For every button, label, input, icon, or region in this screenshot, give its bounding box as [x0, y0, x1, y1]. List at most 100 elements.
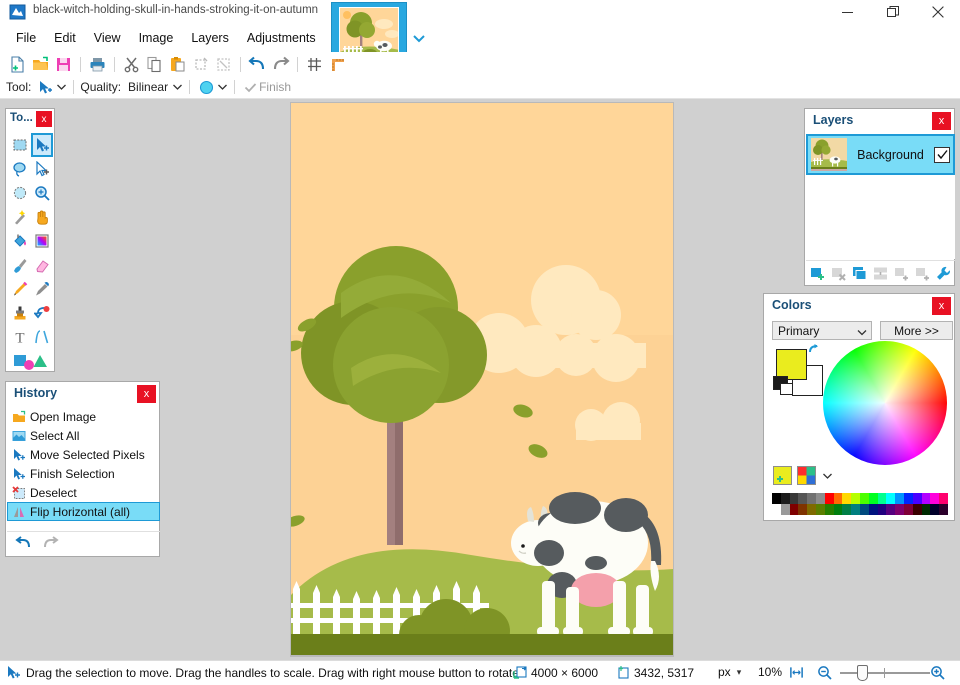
zoom-level-indicator[interactable]: 10%	[758, 665, 782, 679]
tool-zoom[interactable]	[31, 181, 53, 205]
minimize-button[interactable]	[825, 0, 870, 24]
merge-layer-down-button[interactable]	[872, 264, 890, 282]
tool-move-selected-pixels[interactable]	[31, 133, 53, 157]
redo-arrow-icon[interactable]	[269, 53, 292, 75]
zoom-in-button[interactable]	[930, 665, 945, 680]
history-item-label: Move Selected Pixels	[30, 448, 145, 462]
tool-text[interactable]: T	[9, 325, 31, 349]
tool-ellipse-select[interactable]	[9, 181, 31, 205]
fit-to-window-button[interactable]	[789, 665, 804, 680]
add-layer-button[interactable]	[809, 264, 827, 282]
palette-dropdown-caret[interactable]	[821, 469, 833, 483]
menu-adjustments[interactable]: Adjustments	[238, 27, 325, 49]
move-selected-pixels-icon	[11, 447, 27, 463]
swap-colors-icon[interactable]	[808, 343, 822, 357]
ruler-icon[interactable]	[326, 53, 349, 75]
tool-color-picker[interactable]	[31, 277, 53, 301]
image-size-value: 4000 × 6000	[531, 666, 598, 680]
deselect-icon[interactable]	[212, 53, 235, 75]
tool-rectangle-select[interactable]	[9, 133, 31, 157]
wrench-icon[interactable]	[935, 264, 953, 282]
tool-gradient[interactable]	[31, 229, 53, 253]
delete-layer-button[interactable]	[830, 264, 848, 282]
reset-colors-white-swatch[interactable]	[780, 383, 793, 395]
history-item-finish-selection[interactable]: Finish Selection	[7, 464, 160, 483]
history-undo-button[interactable]	[15, 535, 32, 553]
tool-options-separator	[189, 80, 190, 94]
restore-button[interactable]	[870, 0, 915, 24]
units-dropdown-caret[interactable]: ▾	[737, 667, 742, 678]
tool-dropdown-caret[interactable]	[55, 80, 67, 94]
printer-icon[interactable]	[86, 53, 109, 75]
palette-icon[interactable]	[797, 466, 816, 485]
close-button[interactable]	[915, 0, 960, 24]
scissors-icon[interactable]	[120, 53, 143, 75]
color-mode-select[interactable]: Primary	[772, 321, 872, 340]
zoom-slider-track[interactable]	[840, 672, 930, 674]
finish-button[interactable]: Finish	[259, 80, 291, 94]
history-list[interactable]: Open Image Select All Move Selected Pixe…	[7, 407, 160, 530]
move-layer-up-button[interactable]	[893, 264, 911, 282]
tool-clone-stamp[interactable]	[9, 301, 31, 325]
palette-row-2	[772, 504, 948, 515]
layers-panel-close-icon[interactable]: x	[932, 112, 951, 130]
blending-dropdown-caret[interactable]	[216, 80, 228, 94]
open-folder-icon[interactable]	[29, 53, 52, 75]
tools-panel-close-icon[interactable]: x	[36, 111, 52, 127]
history-redo-button[interactable]	[42, 535, 59, 553]
quality-dropdown-caret[interactable]	[171, 80, 183, 94]
history-item-deselect[interactable]: Deselect	[7, 483, 160, 502]
image-canvas[interactable]	[291, 103, 673, 656]
tool-move-selection[interactable]	[31, 157, 53, 181]
more-colors-button[interactable]: More >>	[880, 321, 953, 340]
tool-paintbrush[interactable]	[9, 253, 31, 277]
tool-pan-hand[interactable]	[31, 205, 53, 229]
tools-panel-header: To... x	[6, 109, 54, 131]
crop-icon[interactable]	[189, 53, 212, 75]
move-selected-pixels-icon[interactable]	[35, 76, 55, 98]
tool-paint-bucket[interactable]	[9, 229, 31, 253]
layer-row-background[interactable]: Background	[806, 134, 955, 175]
layer-list[interactable]: Background	[806, 134, 955, 259]
blending-mode-icon[interactable]	[196, 76, 216, 98]
history-item-label: Finish Selection	[30, 467, 115, 481]
save-disk-icon[interactable]	[52, 53, 75, 75]
tool-recolor[interactable]	[31, 301, 53, 325]
units-indicator[interactable]: px ▾	[718, 665, 741, 679]
color-palette[interactable]	[772, 493, 948, 515]
zoom-out-button[interactable]	[817, 665, 832, 680]
clipboard-paste-icon[interactable]	[166, 53, 189, 75]
history-item-select-all[interactable]: Select All	[7, 426, 160, 445]
chevron-down-icon[interactable]	[411, 30, 427, 46]
new-document-icon[interactable]	[6, 53, 29, 75]
chevron-down-icon	[857, 325, 867, 339]
menu-view[interactable]: View	[85, 27, 130, 49]
history-item-flip-horizontal[interactable]: Flip Horizontal (all)	[7, 502, 160, 521]
colors-panel-header: Colors x	[764, 294, 954, 318]
menu-layers[interactable]: Layers	[182, 27, 238, 49]
tool-lasso-select[interactable]	[9, 157, 31, 181]
grid-icon[interactable]	[303, 53, 326, 75]
tool-magic-wand[interactable]	[9, 205, 31, 229]
layer-visibility-checkbox[interactable]	[934, 147, 950, 163]
history-panel-close-icon[interactable]: x	[137, 385, 156, 403]
tool-pencil[interactable]	[9, 277, 31, 301]
menu-edit[interactable]: Edit	[45, 27, 85, 49]
add-palette-color-icon[interactable]	[773, 466, 792, 485]
history-item-move-selected-pixels[interactable]: Move Selected Pixels	[7, 445, 160, 464]
move-layer-down-button[interactable]	[914, 264, 932, 282]
undo-arrow-icon[interactable]	[246, 53, 269, 75]
duplicate-layer-button[interactable]	[851, 264, 869, 282]
menu-image[interactable]: Image	[130, 27, 183, 49]
quality-value[interactable]: Bilinear	[128, 80, 168, 94]
tool-line-curve[interactable]	[31, 325, 53, 349]
colors-panel-close-icon[interactable]: x	[932, 297, 951, 315]
zoom-slider-thumb[interactable]	[857, 665, 868, 681]
tool-eraser[interactable]	[31, 253, 53, 277]
tool-shapes[interactable]	[9, 349, 53, 373]
zoom-slider-tick	[884, 668, 885, 678]
menu-file[interactable]: File	[7, 27, 45, 49]
history-item-open-image[interactable]: Open Image	[7, 407, 160, 426]
color-wheel[interactable]	[823, 341, 947, 465]
copy-icon[interactable]	[143, 53, 166, 75]
